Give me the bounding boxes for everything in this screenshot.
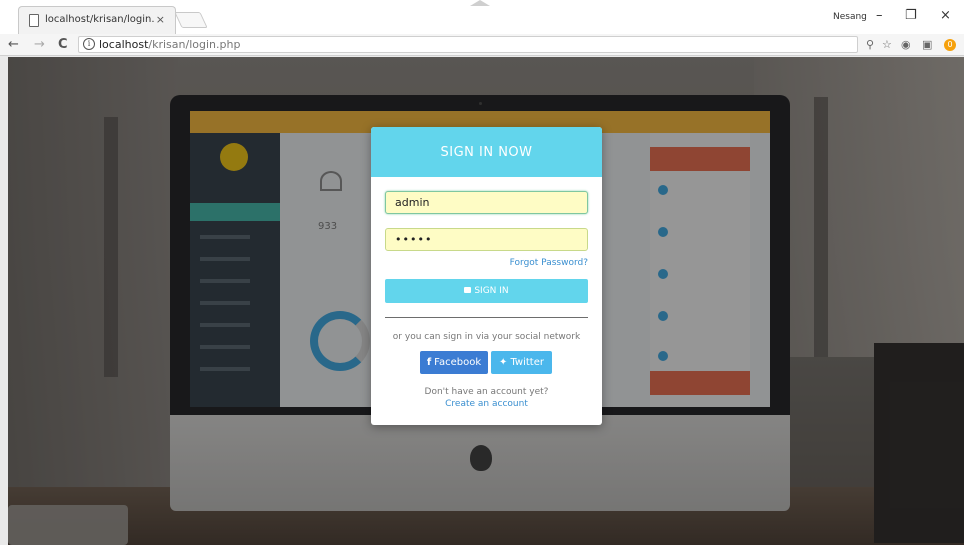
extension-badge[interactable]: 0 (944, 39, 956, 51)
social-prompt: or you can sign in via your social netwo… (392, 332, 581, 342)
twitter-button[interactable]: ✦ Twitter (491, 351, 552, 374)
close-window-button[interactable]: × (940, 8, 951, 23)
back-button[interactable]: ← (8, 37, 19, 52)
url-path: /krisan/login.php (148, 38, 241, 51)
site-info-icon[interactable]: i (83, 38, 95, 50)
tab-close-icon[interactable]: × (156, 13, 165, 26)
login-heading: SIGN IN NOW (371, 127, 602, 177)
username-input[interactable] (385, 191, 588, 214)
facebook-label: Facebook (434, 357, 482, 368)
lock-icon (464, 287, 472, 293)
no-account-text: Don't have an account yet? (424, 387, 549, 397)
sign-in-button[interactable]: SIGN IN (385, 279, 588, 303)
browser-tab[interactable]: localhost/krisan/login.php × (18, 6, 176, 34)
twitter-label: Twitter (510, 357, 544, 368)
forward-button[interactable]: → (34, 37, 45, 52)
minimize-button[interactable]: – (876, 8, 883, 23)
extension-2-icon[interactable]: ▣ (922, 38, 932, 51)
url-input[interactable]: i localhost/krisan/login.php (78, 36, 858, 53)
bookmark-star-icon[interactable]: ☆ (882, 38, 892, 51)
twitter-icon: ✦ (499, 357, 508, 368)
create-account-link[interactable]: Create an account (371, 399, 602, 409)
page-icon (29, 14, 39, 27)
restore-button[interactable]: ❐ (905, 8, 917, 23)
tab-title: localhost/krisan/login.php (45, 14, 155, 25)
divider (385, 317, 588, 318)
page-background: 933 SIGN IN NOW Forgot Password? (8, 57, 964, 545)
sign-in-label: SIGN IN (474, 286, 509, 296)
forgot-password-link[interactable]: Forgot Password? (385, 258, 588, 268)
url-host: localhost (99, 38, 149, 51)
login-modal: SIGN IN NOW Forgot Password? SIGN IN or … (371, 127, 602, 425)
reload-button[interactable]: C (58, 37, 68, 52)
password-input[interactable] (385, 228, 588, 251)
facebook-button[interactable]: f Facebook (420, 351, 488, 374)
facebook-icon: f (426, 357, 432, 368)
profile-name[interactable]: Nesang (833, 12, 867, 22)
key-icon[interactable]: ⚲ (866, 38, 874, 51)
extension-icon[interactable]: ◉ (901, 38, 911, 51)
tab-strip-fold (470, 0, 490, 6)
tab-strip: localhost/krisan/login.php × Nesang – ❐ … (0, 0, 964, 34)
new-tab-button[interactable] (174, 12, 208, 28)
url-text: localhost/krisan/login.php (99, 38, 240, 51)
address-bar: ← → C i localhost/krisan/login.php ⚲ ☆ ◉… (0, 34, 964, 56)
